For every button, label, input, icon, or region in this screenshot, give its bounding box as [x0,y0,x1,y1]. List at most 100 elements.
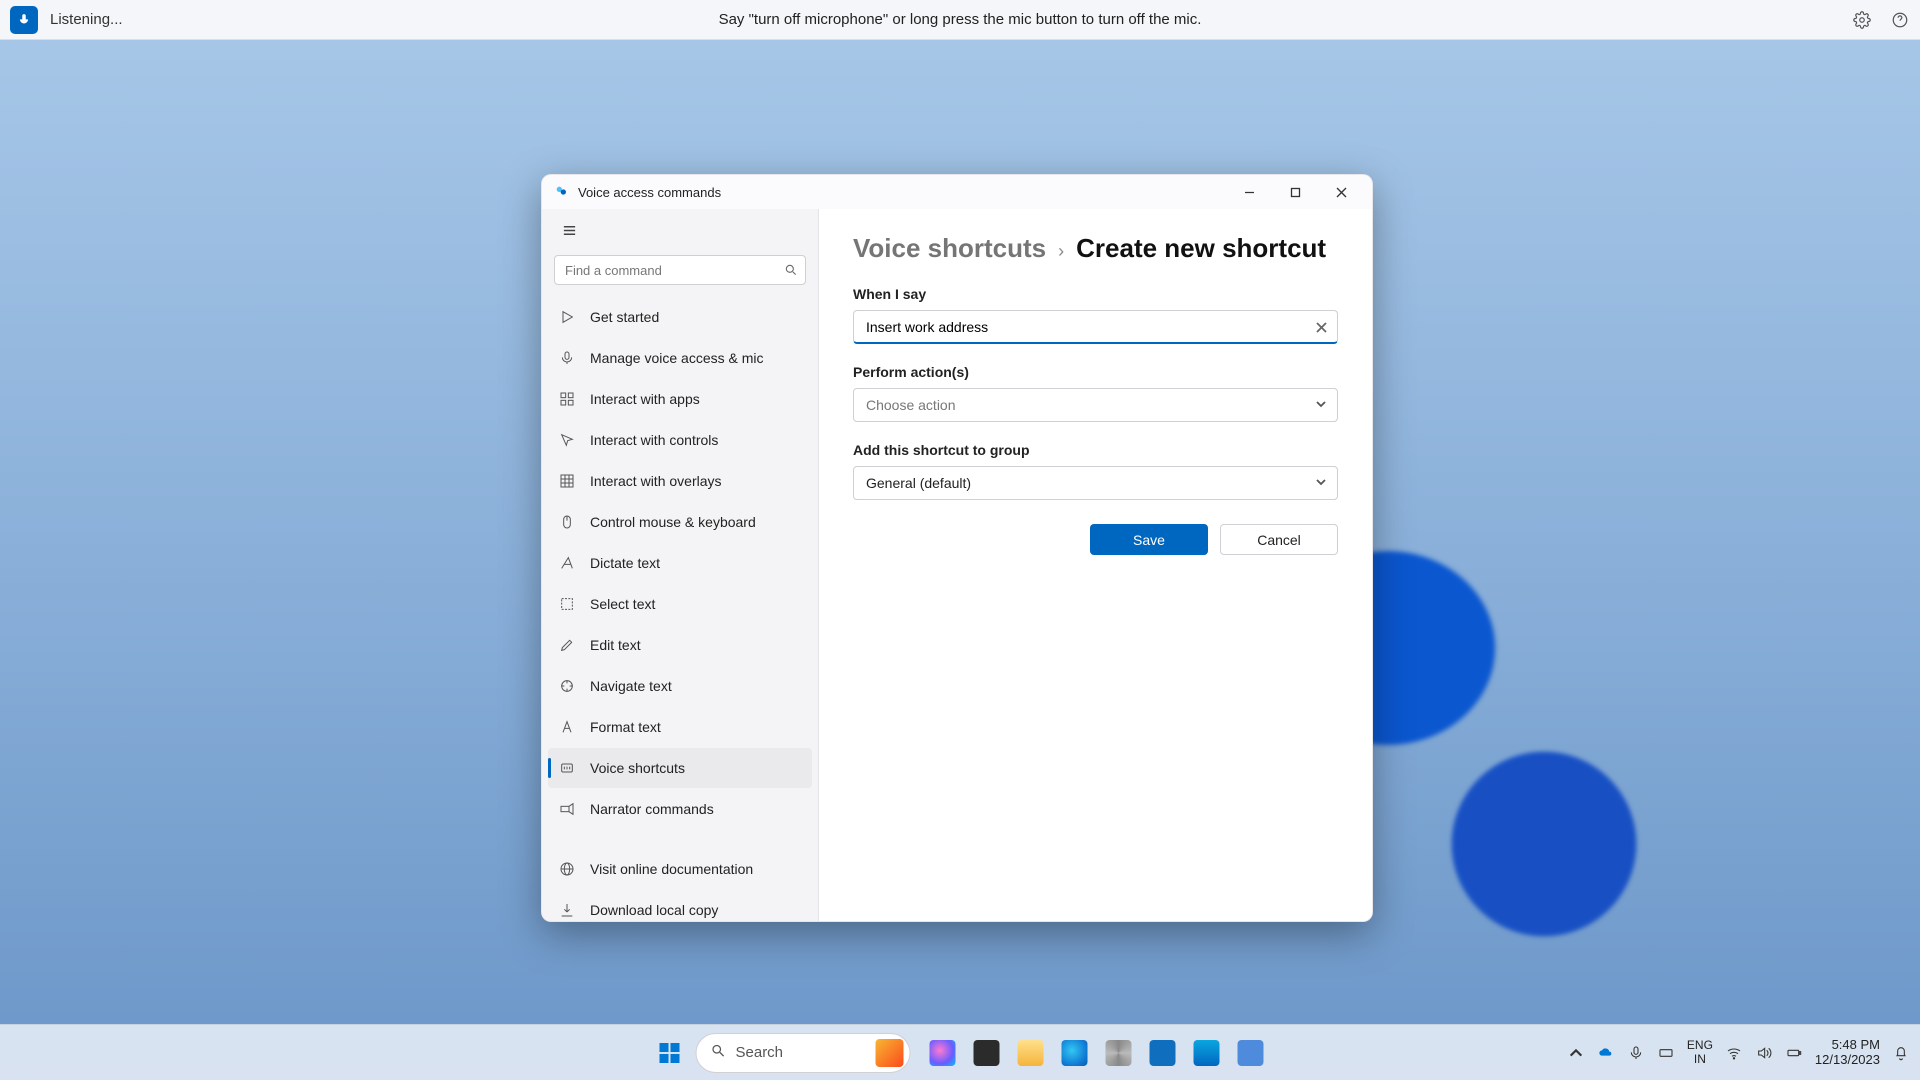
sidebar-item-narrator[interactable]: Narrator commands [548,789,812,829]
sidebar-item-manage-mic[interactable]: Manage voice access & mic [548,338,812,378]
download-icon [558,901,576,919]
taskbar-settings[interactable] [1099,1033,1139,1073]
search-highlight-icon [876,1039,904,1067]
sidebar-item-get-started[interactable]: Get started [548,297,812,337]
clock[interactable]: 5:48 PM 12/13/2023 [1815,1038,1880,1067]
sidebar-item-voice-shortcuts[interactable]: Voice shortcuts [548,748,812,788]
clock-time: 5:48 PM [1815,1038,1880,1052]
lang-top: ENG [1687,1039,1713,1052]
content-area: Voice shortcuts › Create new shortcut Wh… [819,209,1372,922]
sidebar-item-download[interactable]: Download local copy [548,890,812,922]
help-icon[interactable] [1890,10,1910,30]
taskbar-store[interactable] [1143,1033,1183,1073]
select-icon [558,595,576,613]
sidebar-item-label: Edit text [590,637,641,653]
microphone-icon [17,13,31,27]
start-button[interactable] [650,1033,690,1073]
when-i-say-label: When I say [853,286,1338,302]
maximize-button[interactable] [1272,175,1318,209]
sidebar-item-interact-overlays[interactable]: Interact with overlays [548,461,812,501]
search-icon[interactable] [782,261,800,279]
select-placeholder: Choose action [866,397,956,413]
tray-overflow-button[interactable] [1567,1044,1585,1062]
cancel-button[interactable]: Cancel [1220,524,1338,555]
window-titlebar[interactable]: Voice access commands [542,175,1372,209]
taskbar-app[interactable] [1231,1033,1271,1073]
voice-bar-hint: Say "turn off microphone" or long press … [719,11,1202,28]
play-icon [558,308,576,326]
taskbar-file-explorer[interactable] [1011,1033,1051,1073]
sidebar-item-label: Manage voice access & mic [590,350,764,366]
select-value: General (default) [866,475,971,491]
nav-spacer [548,830,812,848]
breadcrumb: Voice shortcuts › Create new shortcut [853,233,1338,264]
taskbar-search[interactable]: Search [696,1033,911,1073]
dictate-icon [558,554,576,572]
narrator-icon [558,800,576,818]
voice-access-bar: Listening... Say "turn off microphone" o… [0,0,1920,40]
sidebar-item-select[interactable]: Select text [548,584,812,624]
minimize-button[interactable] [1226,175,1272,209]
sidebar-item-dictate[interactable]: Dictate text [548,543,812,583]
sidebar-item-label: Navigate text [590,678,672,694]
navigate-icon [558,677,576,695]
taskbar-voice-access[interactable] [1187,1033,1227,1073]
choose-action-select[interactable]: Choose action [853,388,1338,422]
format-icon [558,718,576,736]
onedrive-icon[interactable] [1597,1044,1615,1062]
sidebar-item-label: Format text [590,719,661,735]
taskbar-copilot[interactable] [923,1033,963,1073]
sidebar-item-label: Download local copy [590,902,718,918]
group-select[interactable]: General (default) [853,466,1338,500]
settings-icon[interactable] [1852,10,1872,30]
sidebar-item-label: Get started [590,309,659,325]
sidebar-item-label: Narrator commands [590,801,714,817]
sidebar-item-label: Interact with apps [590,391,700,407]
wifi-icon[interactable] [1725,1044,1743,1062]
sidebar-item-format[interactable]: Format text [548,707,812,747]
window-title: Voice access commands [578,185,721,200]
hamburger-button[interactable] [552,215,586,245]
taskbar-task-view[interactable] [967,1033,1007,1073]
sidebar-item-edit[interactable]: Edit text [548,625,812,665]
chevron-down-icon [1315,397,1327,413]
mouse-icon [558,513,576,531]
search-icon [711,1043,726,1063]
app-icon [554,184,570,200]
sidebar-item-label: Dictate text [590,555,660,571]
desktop-background: Listening... Say "turn off microphone" o… [0,0,1920,1080]
search-placeholder: Search [736,1044,784,1061]
close-button[interactable] [1318,175,1364,209]
keyboard-tray-icon[interactable] [1657,1044,1675,1062]
chevron-right-icon: › [1058,241,1064,262]
sidebar-item-interact-apps[interactable]: Interact with apps [548,379,812,419]
sidebar-item-docs[interactable]: Visit online documentation [548,849,812,889]
chevron-down-icon [1315,475,1327,491]
edit-icon [558,636,576,654]
save-button[interactable]: Save [1090,524,1208,555]
sidebar-item-label: Select text [590,596,655,612]
sidebar-item-label: Voice shortcuts [590,760,685,776]
microphone-tray-icon[interactable] [1627,1044,1645,1062]
language-indicator[interactable]: ENG IN [1687,1039,1713,1065]
microphone-button[interactable] [10,6,38,34]
windows-icon [658,1041,682,1065]
notifications-icon[interactable] [1892,1044,1910,1062]
shortcuts-icon [558,759,576,777]
cursor-icon [558,431,576,449]
sidebar-item-interact-controls[interactable]: Interact with controls [548,420,812,460]
battery-icon[interactable] [1785,1044,1803,1062]
clear-input-button[interactable] [1312,318,1330,336]
sidebar-item-mouse-keyboard[interactable]: Control mouse & keyboard [548,502,812,542]
taskbar-edge[interactable] [1055,1033,1095,1073]
globe-icon [558,860,576,878]
system-tray: ENG IN 5:48 PM 12/13/2023 [1567,1038,1910,1067]
breadcrumb-leaf: Create new shortcut [1076,233,1326,264]
when-i-say-input[interactable] [853,310,1338,344]
sidebar-item-navigate[interactable]: Navigate text [548,666,812,706]
search-input[interactable] [554,255,806,285]
breadcrumb-root[interactable]: Voice shortcuts [853,233,1046,264]
sidebar-item-label: Control mouse & keyboard [590,514,756,530]
voice-commands-window: Voice access commands Get started Ma [541,174,1373,922]
volume-icon[interactable] [1755,1044,1773,1062]
